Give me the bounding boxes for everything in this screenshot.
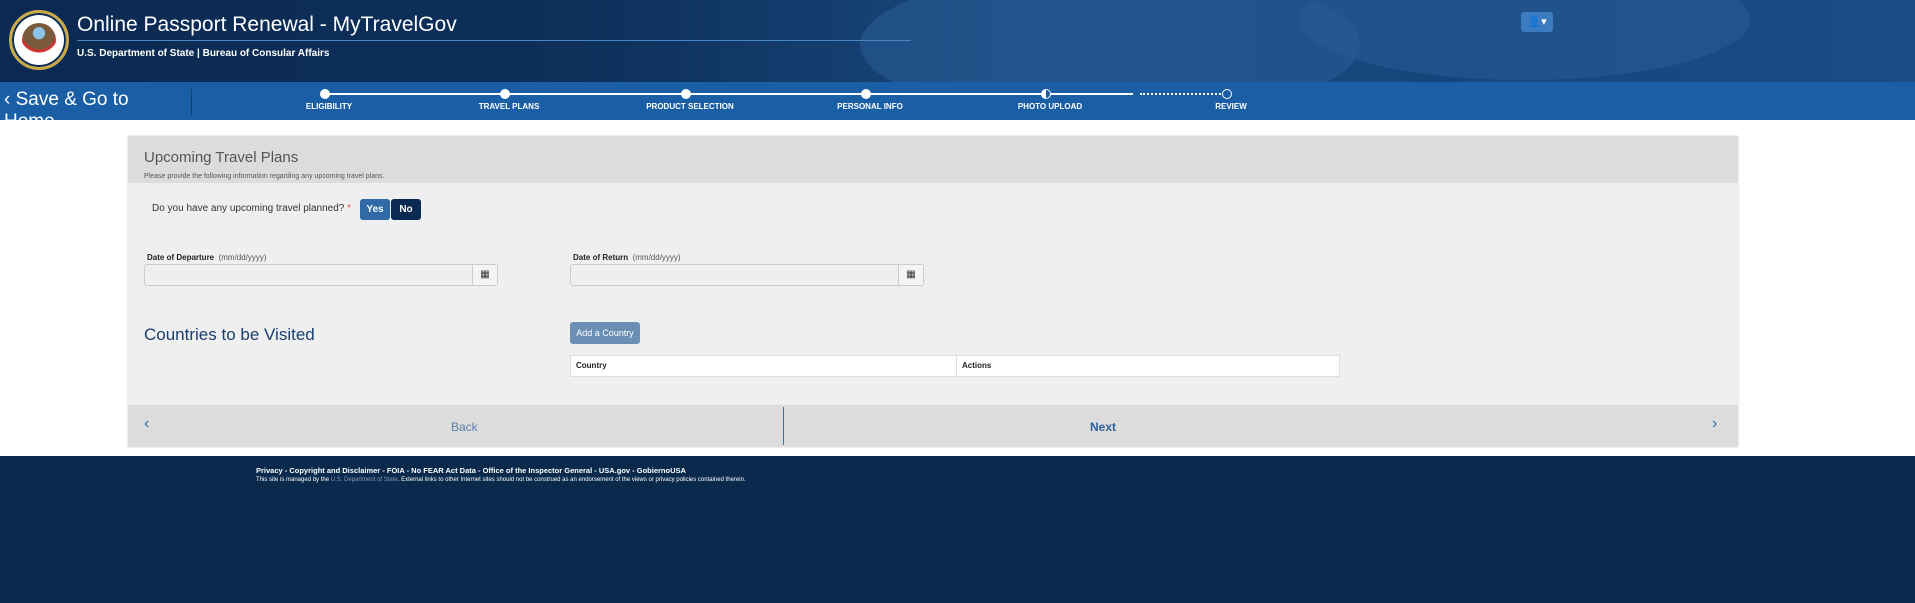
bottom-nav: ‹ Back Next › <box>128 405 1738 447</box>
footer-disclaimer: This site is managed by the U.S. Departm… <box>256 477 746 483</box>
divider <box>77 40 911 41</box>
disclaimer-text: This site is managed by the <box>256 477 331 483</box>
countries-table: Country Actions <box>570 355 1340 377</box>
footer-links[interactable]: Privacy - Copyright and Disclaimer - FOI… <box>256 466 686 475</box>
column-header-actions: Actions <box>956 356 991 376</box>
step-review[interactable]: REVIEW <box>1141 102 1321 111</box>
date-format-hint: (mm/dd/yyyy) <box>632 253 681 262</box>
step-dot-pending <box>1222 89 1232 99</box>
step-product-selection[interactable]: PRODUCT SELECTION <box>600 102 780 111</box>
countries-heading: Countries to be Visited <box>144 325 315 344</box>
dept-link[interactable]: U.S. Department of State <box>331 477 398 483</box>
question-text: Do you have any upcoming travel planned? <box>152 203 345 214</box>
page-description: Please provide the following information… <box>144 173 385 180</box>
step-dot-current <box>1041 89 1051 99</box>
progress-line <box>1045 93 1133 95</box>
no-button[interactable]: No <box>391 199 421 220</box>
departure-date-input[interactable]: ▦ <box>144 264 498 286</box>
card-header: Upcoming Travel Plans Please provide the… <box>128 136 1738 183</box>
user-menu-button[interactable]: 👤▾ <box>1521 12 1553 32</box>
column-header-country: Country <box>576 361 607 370</box>
next-button[interactable]: Next <box>1090 420 1116 434</box>
calendar-icon[interactable]: ▦ <box>898 265 923 285</box>
back-button[interactable]: Back <box>451 420 478 434</box>
chevron-right-icon[interactable]: › <box>1712 415 1717 433</box>
add-country-button[interactable]: Add a Country <box>570 322 640 344</box>
step-personal-info[interactable]: PERSONAL INFO <box>780 102 960 111</box>
step-dot-complete <box>861 89 871 99</box>
date-format-hint: (mm/dd/yyyy) <box>218 253 267 262</box>
return-date-input[interactable]: ▦ <box>570 264 924 286</box>
divider <box>783 407 784 445</box>
yes-button[interactable]: Yes <box>360 199 390 220</box>
disclaimer-text: . External links to other Internet sites… <box>397 477 746 483</box>
step-eligibility[interactable]: ELIGIBILITY <box>239 102 419 111</box>
chevron-left-icon[interactable]: ‹ <box>144 415 149 433</box>
travel-question: Do you have any upcoming travel planned?… <box>152 203 351 214</box>
progress-nav: ‹ Save & Go to Home ELIGIBILITY TRAVEL P… <box>0 82 1915 132</box>
step-dot-complete <box>500 89 510 99</box>
department-seal-logo <box>9 10 69 70</box>
save-go-home-button[interactable]: ‹ Save & Go to Home <box>4 89 192 132</box>
departure-label: Date of Departure (mm/dd/yyyy) <box>147 253 267 262</box>
site-footer: Privacy - Copyright and Disclaimer - FOI… <box>0 456 1915 603</box>
calendar-icon[interactable]: ▦ <box>472 265 497 285</box>
progress-line-pending <box>1140 93 1225 95</box>
map-background <box>860 0 1360 82</box>
step-dot-complete <box>681 89 691 99</box>
label-text: Date of Return <box>573 253 629 262</box>
step-dot-complete <box>320 89 330 99</box>
step-photo-upload[interactable]: PHOTO UPLOAD <box>960 102 1140 111</box>
travel-plans-card: Upcoming Travel Plans Please provide the… <box>128 136 1738 447</box>
label-text: Date of Departure <box>147 253 215 262</box>
page-title: Upcoming Travel Plans <box>144 149 299 166</box>
step-travel-plans[interactable]: TRAVEL PLANS <box>419 102 599 111</box>
return-label: Date of Return (mm/dd/yyyy) <box>573 253 681 262</box>
app-title: Online Passport Renewal - MyTravelGov <box>77 13 457 36</box>
app-subtitle: U.S. Department of State | Bureau of Con… <box>77 48 330 59</box>
required-marker: * <box>347 203 352 214</box>
site-header: Online Passport Renewal - MyTravelGov U.… <box>0 0 1915 82</box>
